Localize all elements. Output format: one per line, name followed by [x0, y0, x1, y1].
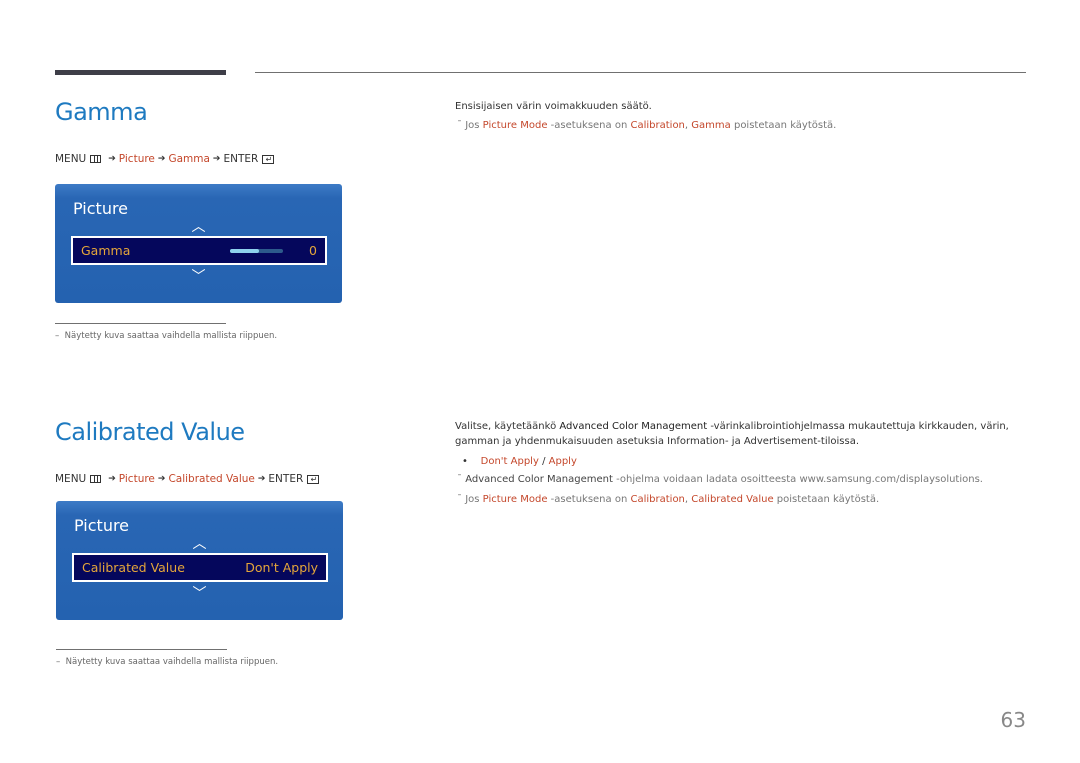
header-rule-thick — [55, 70, 226, 75]
arrow-icon: ➔ — [108, 154, 116, 164]
footnote: – Näytetty kuva saattaa vaihdella mallis… — [56, 657, 279, 667]
osd-item-label: Calibrated Value — [82, 560, 185, 575]
osd-item-value: Don't Apply — [245, 560, 318, 575]
section-title-gamma: Gamma — [55, 98, 148, 126]
menu-icon — [90, 475, 102, 483]
path-picture: Picture — [118, 153, 155, 165]
header-rule-thin — [255, 72, 1026, 73]
note-dash: ¯ — [457, 474, 462, 485]
description-calibrated-value: Valitse, käytetäänkö Advanced Color Mana… — [455, 421, 1009, 447]
osd-panel-calibrated-value: Picture ︿ Calibrated Value Don't Apply ﹀ — [56, 501, 343, 620]
note-calibrated-value: ¯ Jos Picture Mode -asetuksena on Calibr… — [457, 494, 880, 505]
note-dash: ¯ — [457, 120, 462, 131]
options-list: • Don't Apply / Apply — [462, 456, 577, 467]
osd-panel-gamma: Picture ︿ Gamma 0 ﹀ — [55, 184, 342, 303]
enter-label: ENTER — [223, 153, 259, 165]
osd-item-value: 0 — [309, 243, 317, 258]
arrow-icon: ➔ — [157, 154, 166, 164]
footnote: – Näytetty kuva saattaa vaihdella mallis… — [55, 331, 278, 341]
osd-item-calibrated-value[interactable]: Calibrated Value Don't Apply — [72, 553, 328, 582]
path-item: Gamma — [168, 153, 210, 165]
enter-label: ENTER — [268, 473, 304, 485]
gamma-slider[interactable] — [230, 248, 284, 253]
menu-path-calibrated-value: MENU ➔ Picture ➔ Calibrated Value ➔ ENTE… — [55, 473, 320, 485]
path-item: Calibrated Value — [168, 473, 255, 485]
chevron-down-icon[interactable]: ﹀ — [56, 583, 343, 603]
slider-fill — [230, 248, 260, 253]
note-dash: ¯ — [457, 494, 462, 505]
arrow-icon: ➔ — [108, 474, 116, 484]
footnote-rule — [55, 323, 226, 324]
menu-path-gamma: MENU ➔ Picture ➔ Gamma ➔ ENTER ↵ — [55, 153, 275, 165]
bullet-icon: • — [462, 456, 468, 467]
arrow-icon: ➔ — [157, 474, 166, 484]
osd-item-gamma[interactable]: Gamma 0 — [71, 236, 327, 265]
menu-icon — [90, 155, 102, 163]
note-acm-download: ¯ Advanced Color Management -ohjelma voi… — [457, 474, 983, 485]
menu-label: MENU — [55, 153, 87, 165]
option-apply: Apply — [548, 456, 577, 467]
chevron-up-icon[interactable]: ︿ — [56, 533, 343, 553]
chevron-down-icon[interactable]: ﹀ — [55, 266, 342, 286]
page-number: 63 — [1000, 708, 1026, 732]
osd-item-label: Gamma — [81, 243, 131, 258]
footnote-rule — [56, 649, 227, 650]
note-gamma: ¯ Jos Picture Mode -asetuksena on Calibr… — [457, 120, 837, 131]
section-title-calibrated-value: Calibrated Value — [55, 418, 245, 446]
enter-icon: ↵ — [262, 154, 275, 164]
description-gamma: Ensisijaisen värin voimakkuuden säätö. — [455, 101, 652, 112]
arrow-icon: ➔ — [257, 474, 266, 484]
path-picture: Picture — [118, 473, 155, 485]
arrow-icon: ➔ — [212, 154, 221, 164]
chevron-up-icon[interactable]: ︿ — [55, 216, 342, 236]
enter-icon: ↵ — [307, 474, 320, 484]
menu-label: MENU — [55, 473, 87, 485]
option-dont-apply: Don't Apply — [480, 456, 539, 467]
